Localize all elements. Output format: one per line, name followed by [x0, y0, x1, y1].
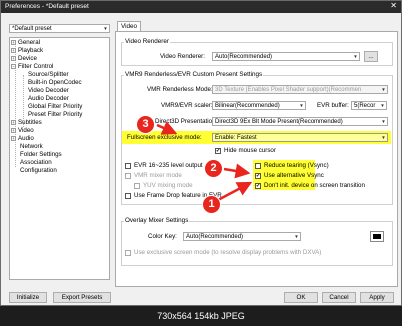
image-info-footer: 730x564 154kb JPEG — [0, 306, 402, 326]
annotation-badge-1: 1 — [202, 195, 221, 214]
arrow-to-alt-vsync — [217, 181, 253, 202]
preferences-window: Preferences - *Default preset ✕ *Default… — [0, 0, 402, 306]
annotation-badge-2: 2 — [204, 159, 223, 178]
arrow-to-fullscreen-mode — [156, 121, 178, 135]
annotation-badge-3: 3 — [136, 115, 155, 134]
annotation-arrows — [156, 121, 253, 202]
arrow-to-reduce-tearing — [223, 163, 251, 179]
